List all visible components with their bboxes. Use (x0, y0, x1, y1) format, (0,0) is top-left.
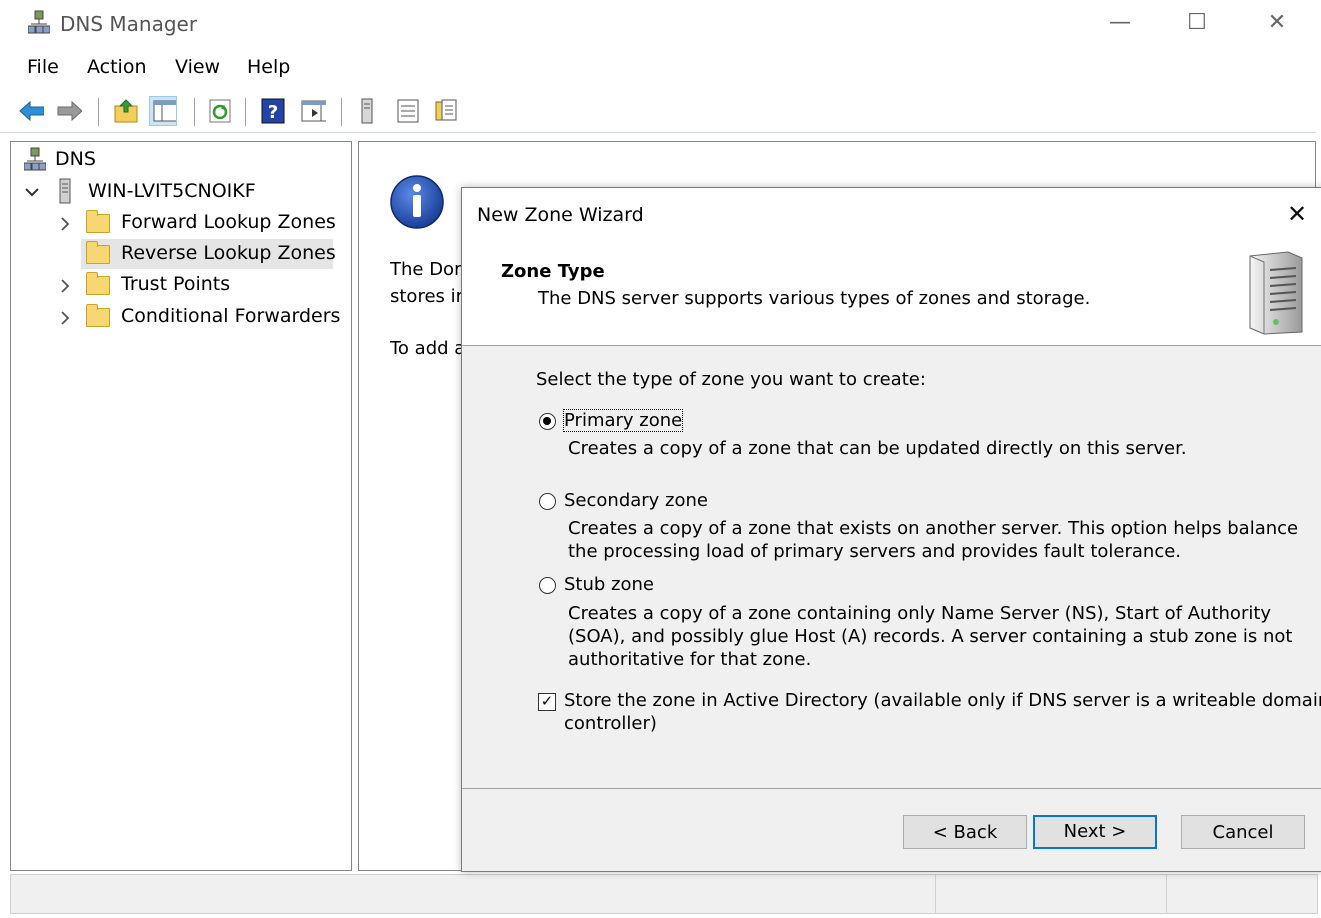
dialog-close-button[interactable]: ✕ (1277, 196, 1317, 232)
secondary-zone-description-line-1: Creates a copy of a zone that exists on … (568, 518, 1299, 539)
folder-icon (86, 272, 110, 295)
wizard-page-heading: Zone Type (501, 261, 605, 282)
stub-zone-radio[interactable] (539, 577, 556, 594)
folder-icon (86, 241, 110, 264)
toolbar-separator (194, 98, 195, 126)
forward-arrow-icon[interactable] (56, 97, 82, 125)
list-icon[interactable] (395, 97, 421, 125)
secondary-zone-label[interactable]: Secondary zone (564, 490, 708, 511)
zone-type-prompt: Select the type of zone you want to crea… (536, 369, 926, 390)
menu-help[interactable]: Help (247, 56, 290, 78)
window-title: DNS Manager (60, 12, 198, 36)
stub-zone-description-line-1: Creates a copy of a zone containing only… (568, 603, 1272, 624)
expanded-chevron-icon[interactable] (24, 184, 40, 200)
next-button[interactable]: Next > (1033, 815, 1157, 849)
info-icon (390, 175, 444, 229)
folder-icon (86, 304, 110, 327)
folder-icon (86, 210, 110, 233)
refresh-icon[interactable] (207, 97, 233, 125)
stub-zone-description-line-3: authoritative for that zone. (568, 649, 812, 670)
back-button[interactable]: < Back (903, 815, 1027, 849)
info-text-line-2: stores ir (390, 286, 464, 307)
tree-item-conditional-forwarders[interactable]: Conditional Forwarders (121, 305, 340, 327)
info-text-line-3: To add a (390, 338, 466, 359)
server-icon[interactable] (358, 97, 384, 125)
server-node-icon (59, 178, 71, 204)
svg-text:?: ? (268, 102, 278, 123)
status-bar (10, 874, 1318, 914)
store-in-ad-checkbox[interactable]: ✓ (538, 693, 556, 711)
toolbar (0, 90, 1316, 133)
menu-view[interactable]: View (175, 56, 220, 78)
primary-zone-description: Creates a copy of a zone that can be upd… (568, 438, 1187, 459)
wizard-page-subheading: The DNS server supports various types of… (538, 288, 1091, 309)
store-in-ad-label-line-2[interactable]: controller) (564, 713, 657, 734)
store-in-ad-label-line-1[interactable]: Store the zone in Active Directory (avai… (564, 690, 1321, 711)
stub-zone-label[interactable]: Stub zone (564, 574, 654, 595)
menu-action[interactable]: Action (87, 56, 147, 78)
properties-icon[interactable] (433, 97, 459, 125)
collapsed-chevron-icon[interactable] (58, 278, 72, 294)
toolbar-separator (341, 98, 342, 126)
stub-zone-description-line-2: (SOA), and possibly glue Host (A) record… (568, 626, 1293, 647)
back-arrow-icon[interactable] (18, 97, 44, 125)
primary-zone-label[interactable]: Primary zone (562, 409, 684, 432)
action-pane-icon[interactable] (300, 97, 326, 125)
up-folder-icon[interactable] (113, 97, 139, 125)
cancel-button[interactable]: Cancel (1181, 815, 1305, 849)
collapsed-chevron-icon[interactable] (58, 310, 72, 326)
minimize-button[interactable]: — (1097, 8, 1143, 38)
show-hide-tree-icon[interactable] (149, 96, 177, 126)
tree-root-dns[interactable]: DNS (55, 148, 96, 170)
dns-icon (24, 147, 46, 171)
maximize-button[interactable]: ☐ (1174, 8, 1220, 38)
status-divider (1166, 875, 1167, 913)
toolbar-separator (245, 98, 246, 126)
collapsed-chevron-icon[interactable] (58, 216, 72, 232)
menu-file[interactable]: File (27, 56, 59, 78)
tree-item-reverse-lookup-zones[interactable]: Reverse Lookup Zones (121, 242, 336, 264)
dns-app-icon (28, 10, 50, 34)
tree-server-node[interactable]: WIN-LVIT5CNOIKF (88, 180, 256, 202)
secondary-zone-radio[interactable] (539, 493, 556, 510)
primary-zone-radio[interactable] (539, 413, 556, 430)
status-divider (935, 875, 936, 913)
wizard-footer-divider (462, 788, 1321, 789)
help-icon[interactable]: ? (260, 97, 286, 125)
dialog-title: New Zone Wizard (477, 204, 644, 226)
server-tower-icon (1249, 251, 1303, 335)
new-zone-wizard-dialog: New Zone Wizard ✕ Zone Type The DNS serv… (461, 187, 1321, 872)
close-window-button[interactable]: ✕ (1254, 8, 1300, 38)
toolbar-separator (98, 98, 99, 126)
tree-item-trust-points[interactable]: Trust Points (121, 273, 230, 295)
secondary-zone-description-line-2: the processing load of primary servers a… (568, 541, 1182, 562)
tree-item-forward-lookup-zones[interactable]: Forward Lookup Zones (121, 211, 336, 233)
info-text-line-1: The Dor (390, 259, 462, 280)
